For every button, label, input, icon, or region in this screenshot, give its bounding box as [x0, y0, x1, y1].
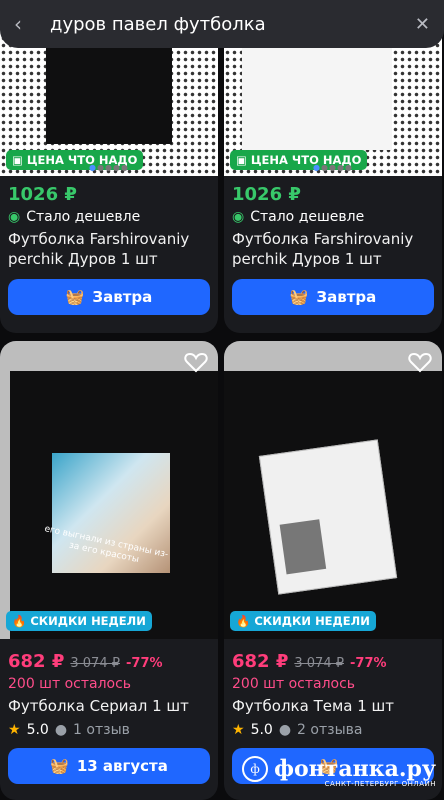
- product-card[interactable]: ▣ ЦЕНА ЧТО НАДО ●●●●● 1026 ₽ ◉ Стало деш…: [224, 0, 442, 333]
- price: 1026 ₽: [232, 184, 301, 205]
- fontanka-logo-icon: ф: [242, 756, 269, 782]
- stock-left: 200 шт осталось: [8, 676, 132, 692]
- product-card[interactable]: ▣ ЦЕНА ЧТО НАДО ●●●●● 1026 ₽ ◉ Стало деш…: [0, 0, 218, 333]
- product-title[interactable]: Футболка Тема 1 шт: [232, 696, 434, 716]
- price-down-icon: ◉: [8, 209, 21, 225]
- fire-icon: 🔥: [236, 614, 251, 628]
- product-image[interactable]: 🔥 СКИДКИ НЕДЕЛИ ●●●●: [224, 341, 442, 639]
- old-price: 3 074 ₽: [70, 656, 120, 671]
- product-image[interactable]: его выгнали из страны из-за его красоты …: [0, 341, 218, 639]
- tshirt-white: [242, 40, 392, 150]
- image-pager: ●●●●●: [313, 163, 353, 172]
- old-price: 3 074 ₽: [294, 656, 344, 671]
- product-card[interactable]: 🔥 СКИДКИ НЕДЕЛИ ●●●● 682 ₽ 3 074 ₽ -77% …: [224, 341, 442, 800]
- tshirt-black: [46, 40, 172, 144]
- fire-icon: 🔥: [12, 614, 27, 628]
- back-arrow-icon[interactable]: ‹: [14, 12, 42, 36]
- product-title[interactable]: Футболка Farshirovaniy perchik Дуров 1 ш…: [232, 229, 434, 269]
- review-icon: ●: [278, 722, 292, 738]
- rating-row: ★ 5.0 ● 2 отзыва: [232, 722, 363, 738]
- search-bar: ‹ дуров павел футболка ✕: [0, 0, 444, 48]
- search-input[interactable]: дуров павел футболка: [42, 14, 406, 35]
- passport-photo: [279, 519, 327, 575]
- product-title[interactable]: Футболка Farshirovaniy perchik Дуров 1 ш…: [8, 229, 210, 269]
- add-to-cart-button[interactable]: 🧺 Завтра: [232, 279, 434, 315]
- price: 682 ₽ 3 074 ₽ -77%: [232, 651, 387, 672]
- basket-icon: 🧺: [65, 288, 85, 306]
- price: 682 ₽ 3 074 ₽ -77%: [8, 651, 163, 672]
- discount: -77%: [350, 656, 387, 671]
- rating-row: ★ 5.0 ● 1 отзыв: [8, 722, 130, 738]
- promo-badge: 🔥 СКИДКИ НЕДЕЛИ: [230, 611, 376, 631]
- document-print: [258, 439, 398, 595]
- price: 1026 ₽: [8, 184, 77, 205]
- add-to-cart-button[interactable]: 🧺 Завтра: [8, 279, 210, 315]
- favorite-heart-icon[interactable]: [182, 349, 210, 375]
- stock-left: 200 шт осталось: [232, 676, 356, 692]
- add-to-cart-button[interactable]: 🧺 13 августа: [8, 748, 210, 784]
- watermark-logo: ф фонтанка.ру САНКТ-ПЕТЕРБУРГ ОНЛАЙН: [242, 756, 436, 788]
- product-title[interactable]: Футболка Сериал 1 шт: [8, 696, 210, 716]
- price-down-icon: ◉: [232, 209, 245, 225]
- image-pager: ●●●●●: [89, 163, 129, 172]
- star-icon: ★: [232, 722, 245, 738]
- price-note: ◉ Стало дешевле: [232, 209, 365, 225]
- star-icon: ★: [8, 722, 21, 738]
- clear-icon[interactable]: ✕: [406, 14, 430, 35]
- review-icon: ●: [54, 722, 68, 738]
- favorite-heart-icon[interactable]: [406, 349, 434, 375]
- basket-icon: 🧺: [289, 288, 309, 306]
- product-card[interactable]: его выгнали из страны из-за его красоты …: [0, 341, 218, 800]
- discount: -77%: [126, 656, 163, 671]
- price-note: ◉ Стало дешевле: [8, 209, 141, 225]
- promo-badge: 🔥 СКИДКИ НЕДЕЛИ: [6, 611, 152, 631]
- basket-icon: 🧺: [50, 757, 69, 775]
